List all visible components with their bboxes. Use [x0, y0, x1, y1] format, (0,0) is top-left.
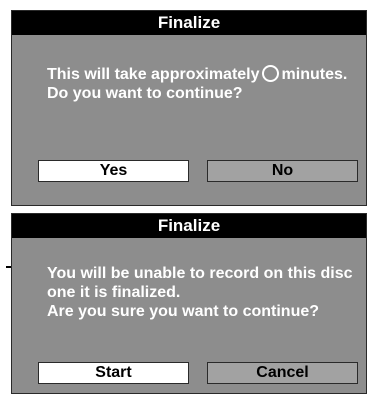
yes-button[interactable]: Yes [38, 160, 189, 182]
finalize-confirm-dialog: Finalize You will be unable to record on… [11, 213, 367, 394]
dialog-title: Finalize [12, 214, 366, 238]
message-line-1: This will take approximately minutes. [47, 65, 356, 84]
finalize-time-dialog: Finalize This will take approximately min… [11, 10, 367, 206]
message-line-2: Do you want to continue? [47, 85, 243, 102]
message-text-pre: This will take approximately [47, 66, 260, 83]
dialog-message: This will take approximately minutes. Do … [47, 65, 356, 103]
cancel-button[interactable]: Cancel [207, 362, 358, 384]
circle-icon [261, 65, 279, 82]
no-button[interactable]: No [207, 160, 358, 182]
start-button[interactable]: Start [38, 362, 189, 384]
dialog-message: You will be unable to record on this dis… [47, 264, 356, 321]
message-text-post: minutes. [281, 66, 348, 83]
message-line-2: one it is finalized. [47, 284, 181, 301]
dialog-title: Finalize [12, 11, 366, 35]
message-line-3: Are you sure you want to continue? [47, 303, 320, 320]
message-line-1: You will be unable to record on this dis… [47, 265, 353, 282]
